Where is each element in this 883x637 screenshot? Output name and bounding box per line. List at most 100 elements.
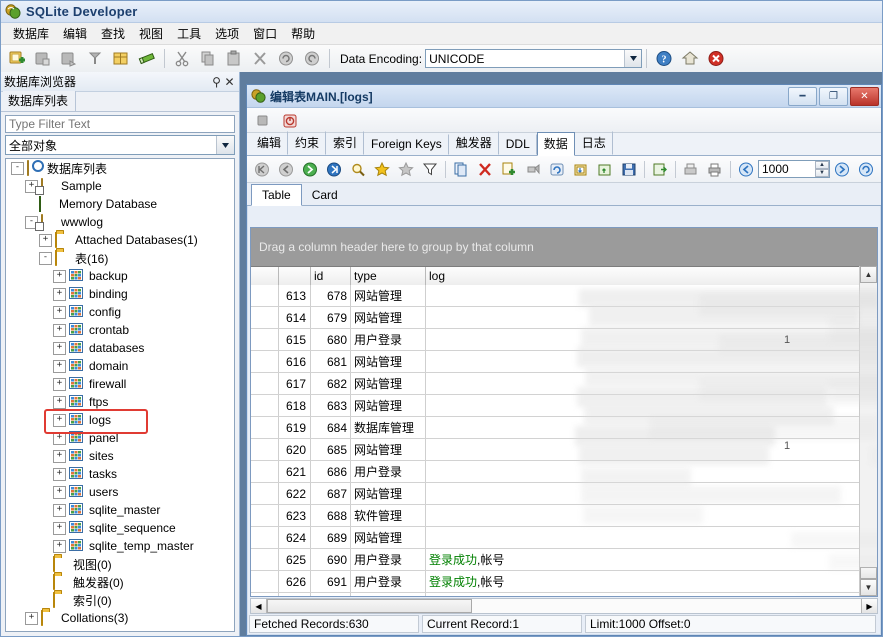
cell-id[interactable]: 692 bbox=[311, 593, 351, 596]
limit-spinner[interactable]: ▲ ▼ bbox=[815, 161, 829, 177]
tree-node-databases[interactable]: +databases bbox=[6, 339, 234, 357]
collapse-toggle-icon[interactable]: - bbox=[39, 252, 52, 265]
cell-type[interactable]: 网站管理 bbox=[351, 395, 426, 416]
menu-item-database[interactable]: 数据库 bbox=[6, 23, 56, 44]
spinner-down[interactable]: ▼ bbox=[815, 169, 829, 177]
tab-索引[interactable]: 索引 bbox=[326, 131, 364, 155]
edit-row-icon[interactable] bbox=[521, 158, 545, 181]
stop-icon[interactable] bbox=[703, 46, 729, 71]
refresh-grid-icon[interactable] bbox=[545, 158, 569, 181]
expand-toggle-icon[interactable]: + bbox=[53, 414, 66, 427]
expand-toggle-icon[interactable]: + bbox=[53, 450, 66, 463]
refresh-tree-icon[interactable] bbox=[82, 46, 108, 71]
scroll-right-arrow[interactable]: ▶ bbox=[861, 599, 877, 613]
new-database-icon[interactable] bbox=[4, 46, 30, 71]
tree-node-users[interactable]: +users bbox=[6, 483, 234, 501]
horizontal-scroll-thumb[interactable] bbox=[267, 599, 472, 613]
cell-id[interactable]: 678 bbox=[311, 285, 351, 306]
expand-toggle-icon[interactable]: + bbox=[53, 468, 66, 481]
table-editor-tabs[interactable]: 编辑约束索引Foreign Keys触发器DDL数据日志 bbox=[247, 133, 881, 156]
chevron-down-icon[interactable] bbox=[624, 50, 641, 67]
memory-database-icon[interactable] bbox=[134, 46, 160, 71]
tree-node-索引0[interactable]: 索引(0) bbox=[6, 591, 234, 609]
close-table-icon[interactable] bbox=[277, 108, 303, 133]
tree-node-sqlite_master[interactable]: +sqlite_master bbox=[6, 501, 234, 519]
tab-数据[interactable]: 数据 bbox=[537, 132, 575, 156]
first-record-icon[interactable] bbox=[250, 158, 274, 181]
tree-node-表16[interactable]: -表(16) bbox=[6, 249, 234, 267]
search-icon[interactable] bbox=[346, 158, 370, 181]
tab-触发器[interactable]: 触发器 bbox=[449, 131, 499, 155]
print-icon[interactable] bbox=[703, 158, 727, 181]
expand-toggle-icon[interactable]: + bbox=[53, 270, 66, 283]
cell-id[interactable]: 687 bbox=[311, 483, 351, 504]
tree-node-视图0[interactable]: 视图(0) bbox=[6, 555, 234, 573]
expand-toggle-icon[interactable]: + bbox=[53, 486, 66, 499]
cell-type[interactable]: 网站管理 bbox=[351, 373, 426, 394]
grid-horizontal-scrollbar[interactable]: ◀ ▶ bbox=[250, 598, 878, 614]
cell-id[interactable]: 686 bbox=[311, 461, 351, 482]
expand-toggle-icon[interactable]: + bbox=[25, 612, 38, 625]
menu-item-view[interactable]: 视图 bbox=[132, 23, 170, 44]
bookmark-add-icon[interactable] bbox=[370, 158, 394, 181]
reload-icon[interactable] bbox=[854, 158, 878, 181]
previous-record-icon[interactable] bbox=[274, 158, 298, 181]
pin-icon[interactable]: ⚲ bbox=[210, 75, 223, 89]
open-database-icon[interactable] bbox=[30, 46, 56, 71]
tab-日志[interactable]: 日志 bbox=[575, 131, 613, 155]
column-header-rownum[interactable] bbox=[279, 267, 311, 285]
cell-type[interactable]: 用户登录 bbox=[351, 571, 426, 592]
column-header-type[interactable]: type bbox=[351, 267, 426, 285]
cell-log[interactable]: 登录成功,帐号 bbox=[426, 549, 860, 570]
next-record-icon[interactable] bbox=[298, 158, 322, 181]
view-tab-card[interactable]: Card bbox=[302, 185, 348, 205]
tree-node-attached-databases1[interactable]: +Attached Databases(1) bbox=[6, 231, 234, 249]
column-header-id[interactable]: id bbox=[311, 267, 351, 285]
tab-约束[interactable]: 约束 bbox=[288, 131, 326, 155]
data-encoding-select[interactable]: UNICODE bbox=[425, 49, 642, 68]
expand-toggle-icon[interactable]: + bbox=[53, 540, 66, 553]
menu-item-tools[interactable]: 工具 bbox=[170, 23, 208, 44]
bookmark-icon[interactable] bbox=[394, 158, 418, 181]
table-row[interactable]: 626691用户登录登录成功,帐号 bbox=[251, 571, 860, 593]
last-record-icon[interactable] bbox=[322, 158, 346, 181]
cell-id[interactable]: 680 bbox=[311, 329, 351, 350]
home-icon[interactable] bbox=[677, 46, 703, 71]
object-scope-select[interactable]: 全部对象 bbox=[5, 135, 235, 155]
cell-type[interactable]: 网站管理 bbox=[351, 439, 426, 460]
table-row[interactable]: 623688软件管理 bbox=[251, 505, 860, 527]
group-by-panel[interactable]: Drag a column header here to group by th… bbox=[251, 228, 877, 267]
cell-id[interactable]: 685 bbox=[311, 439, 351, 460]
insert-row-icon[interactable] bbox=[497, 158, 521, 181]
column-header-log[interactable]: log bbox=[426, 267, 877, 285]
limit-input[interactable]: 1000 ▲ ▼ bbox=[758, 160, 830, 178]
expand-toggle-icon[interactable]: + bbox=[53, 396, 66, 409]
tab-Foreign Keys[interactable]: Foreign Keys bbox=[364, 134, 449, 155]
expand-toggle-icon[interactable]: + bbox=[39, 234, 52, 247]
delete-row-icon[interactable] bbox=[473, 158, 497, 181]
view-tab-table[interactable]: Table bbox=[251, 184, 302, 206]
cell-id[interactable]: 684 bbox=[311, 417, 351, 438]
tree-node-wwwlog[interactable]: -wwwlog bbox=[6, 213, 234, 231]
cell-type[interactable]: 网站管理 bbox=[351, 351, 426, 372]
tab-DDL[interactable]: DDL bbox=[499, 134, 537, 155]
expand-toggle-icon[interactable]: + bbox=[53, 324, 66, 337]
cell-id[interactable]: 690 bbox=[311, 549, 351, 570]
minimize-button[interactable]: ━ bbox=[788, 87, 817, 106]
close-icon[interactable]: ✕ bbox=[223, 75, 236, 89]
tree-node-tasks[interactable]: +tasks bbox=[6, 465, 234, 483]
cell-log[interactable]: 登录成功,帐号 bbox=[426, 593, 860, 596]
cell-id[interactable]: 679 bbox=[311, 307, 351, 328]
cell-id[interactable]: 681 bbox=[311, 351, 351, 372]
tree-node-数据库列表[interactable]: -数据库列表 bbox=[6, 159, 234, 177]
tree-node-config[interactable]: +config bbox=[6, 303, 234, 321]
close-button[interactable]: ✕ bbox=[850, 87, 879, 106]
menu-item-options[interactable]: 选项 bbox=[208, 23, 246, 44]
table-row[interactable]: 625690用户登录登录成功,帐号 bbox=[251, 549, 860, 571]
save-changes-icon[interactable] bbox=[617, 158, 641, 181]
cell-type[interactable]: 网站管理 bbox=[351, 483, 426, 504]
save-database-icon[interactable] bbox=[56, 46, 82, 71]
tab-编辑[interactable]: 编辑 bbox=[250, 131, 288, 155]
collapse-toggle-icon[interactable]: - bbox=[11, 162, 24, 175]
expand-toggle-icon[interactable]: + bbox=[53, 360, 66, 373]
